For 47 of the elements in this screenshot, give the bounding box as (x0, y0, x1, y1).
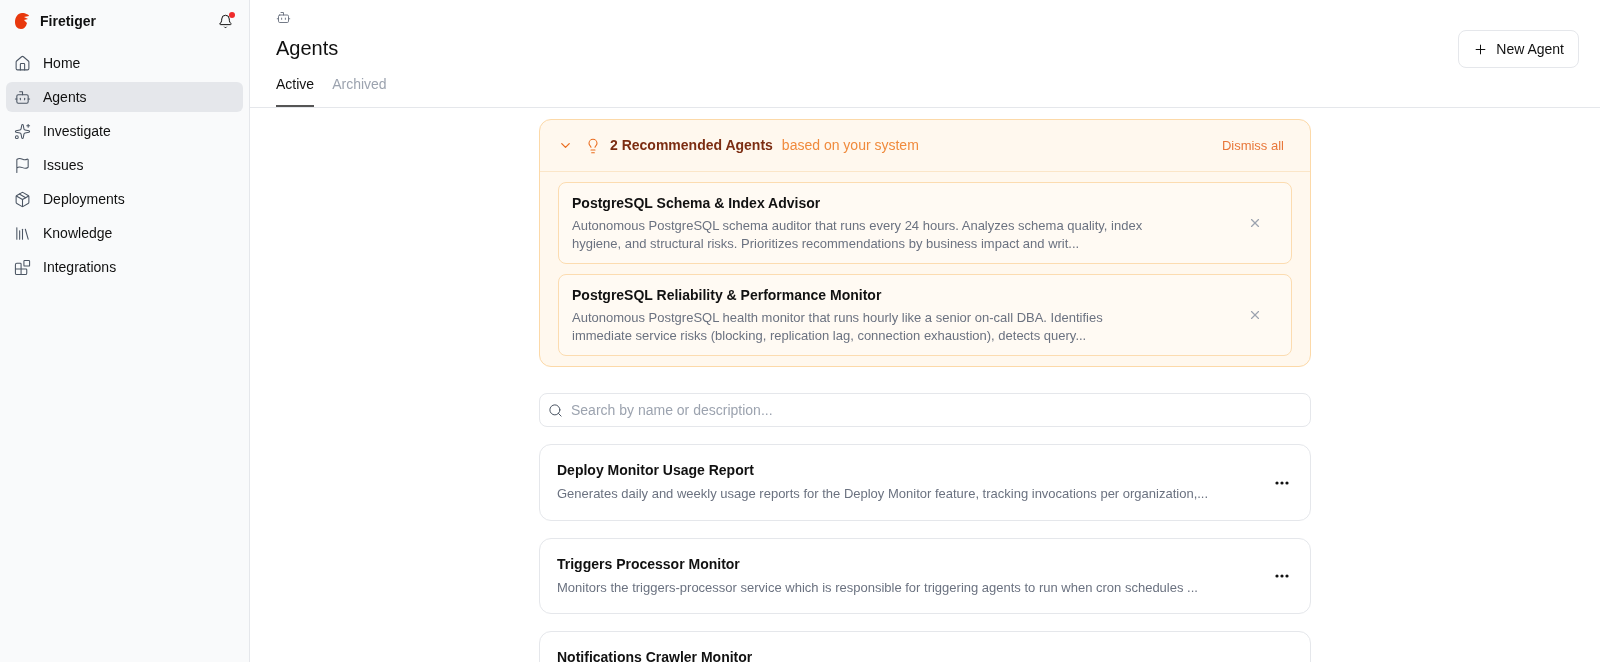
nav-item[interactable]: Agents (6, 82, 243, 112)
box-icon (14, 190, 31, 208)
agent-description: Monitors the triggers-processor service which is responsible for triggering agents to run when cron schedules ... (557, 578, 1199, 597)
plus-icon (1473, 41, 1489, 57)
agent-title: Deploy Monitor Usage Report (557, 462, 755, 479)
recommendation-card[interactable] (558, 182, 1292, 264)
search-field[interactable]: Search by name or description... (539, 393, 1311, 427)
new-agent-button[interactable]: New Agent (1458, 30, 1579, 68)
close-button[interactable] (1248, 216, 1262, 230)
close-button[interactable] (1248, 308, 1262, 322)
nav-item[interactable]: Deployments (6, 184, 243, 214)
recommendations-subtitle: based on your system (781, 136, 919, 155)
recommendation-description: Autonomous PostgreSQL schema auditor that runs every 24 hours. Analyzes schema quality, index hygiene, and structural risks. Prioritizes recommendations by business impact and writ... (572, 217, 1144, 253)
recommendation-title: PostgreSQL Schema & Index Advisor (572, 194, 822, 213)
search-icon (548, 403, 563, 418)
more-button[interactable] (1275, 574, 1289, 579)
nav-item[interactable]: Knowledge (6, 218, 243, 248)
recommendation-description: Autonomous PostgreSQL health monitor that runs hourly like a senior on-call DBA. Identifies immediate service risks (blocking, replication lag, connection exhaustion), detects query... (572, 309, 1104, 345)
agent-card[interactable]: Triggers Processor Monitor Monitors the triggers-processor service which is responsible for triggering agents to run when cron schedules ... (539, 537, 1311, 614)
agent-description: Generates daily and weekly usage reports for the Deploy Monitor feature, tracking invocations per organization,... (557, 485, 1210, 503)
recommendation-title: PostgreSQL Reliability & Performance Monitor (572, 286, 883, 305)
nav-item[interactable]: Issues (6, 150, 243, 180)
agent-card[interactable]: Notifications Crawler Monitor (539, 631, 1311, 662)
nav-item[interactable]: Integrations (6, 252, 243, 282)
nav-item[interactable]: Investigate (6, 116, 243, 146)
brand-name: Firetiger (40, 11, 96, 31)
library-icon (14, 224, 31, 242)
more-button[interactable] (1275, 480, 1289, 485)
notifications-button[interactable] (216, 11, 235, 31)
recommendations-title: 2 Recommended Agents (610, 136, 773, 155)
tab[interactable]: Active (276, 74, 315, 107)
page-title: Agents (276, 36, 339, 61)
sparkles-icon (14, 122, 31, 140)
agent-title: Notifications Crawler Monitor (557, 649, 754, 662)
robot-icon (276, 10, 291, 25)
robot-icon (14, 88, 31, 106)
agent-card[interactable]: Deploy Monitor Usage Report Generates daily and weekly usage reports for the Deploy Monitor feature, tracking invocations per organization,... (539, 444, 1311, 521)
agent-title: Triggers Processor Monitor (557, 555, 741, 573)
ellipsis-icon (1275, 574, 1289, 579)
home-icon (14, 54, 31, 72)
flag-icon (14, 156, 31, 174)
nav-item[interactable]: Home (6, 48, 243, 78)
ellipsis-icon (1275, 480, 1289, 485)
lightbulb-icon (585, 137, 601, 154)
blocks-icon (14, 258, 31, 276)
flame-logo-icon (14, 12, 30, 30)
recommendation-card[interactable] (558, 274, 1292, 356)
